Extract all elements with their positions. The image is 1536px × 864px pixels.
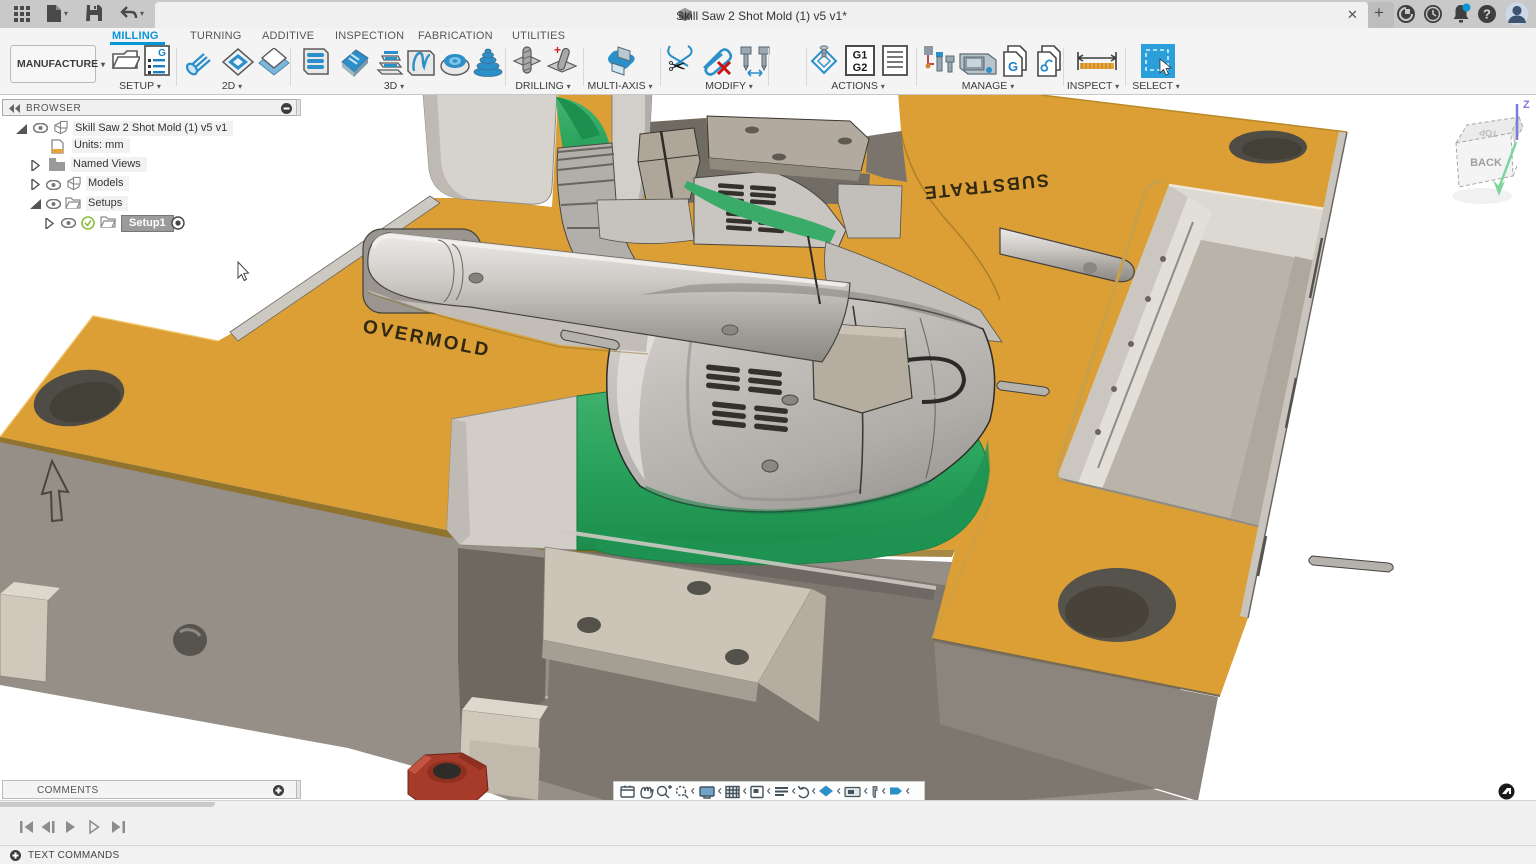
svg-text:?: ? xyxy=(1483,7,1491,22)
svg-text:G2: G2 xyxy=(853,62,868,74)
svg-text:G: G xyxy=(158,48,166,59)
svg-text:✂: ✂ xyxy=(668,54,686,78)
svg-text:G: G xyxy=(1008,59,1018,74)
svg-text:Z: Z xyxy=(1523,99,1530,111)
svg-text:G1: G1 xyxy=(853,50,868,62)
svg-text:BACK: BACK xyxy=(1470,157,1502,169)
svg-text:+: + xyxy=(554,44,561,57)
